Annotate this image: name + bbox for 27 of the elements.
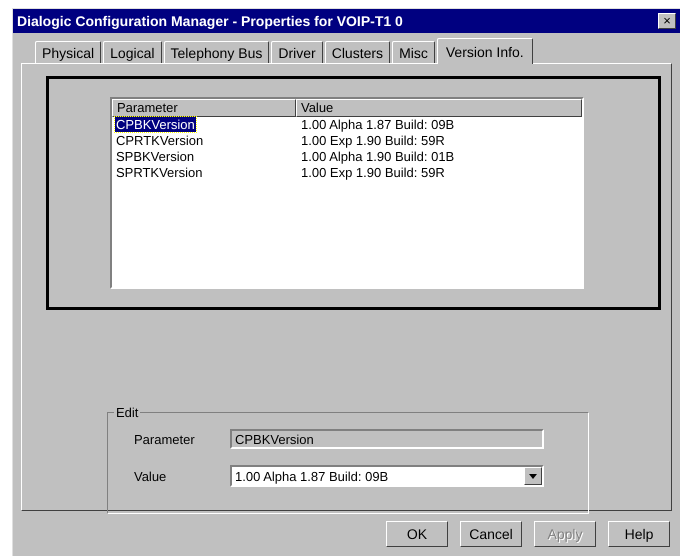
value-dropdown[interactable]: 1.00 Alpha 1.87 Build: 09B (230, 465, 544, 487)
dialog-button[interactable]: Cancel (460, 521, 522, 547)
parameter-field: CPBKVersion (230, 429, 544, 449)
column-header[interactable]: Value (296, 99, 582, 117)
dialog-button[interactable]: Help (608, 521, 670, 547)
tab[interactable]: Version Info. (436, 38, 533, 64)
value-cell-text: 1.00 Exp 1.90 Build: 59R (300, 165, 446, 181)
tab[interactable]: Physical (35, 41, 102, 63)
close-button[interactable]: × (658, 13, 676, 29)
field-label: Parameter (134, 432, 196, 446)
parameter-item[interactable]: CPBKVersion (115, 117, 196, 132)
column-header[interactable]: Parameter (112, 99, 296, 117)
dialog-button[interactable]: OK (386, 521, 448, 547)
value-cell-text: 1.00 Exp 1.90 Build: 59R (300, 133, 446, 149)
tab[interactable]: Telephony Bus (164, 41, 270, 63)
tab[interactable]: Clusters (324, 41, 390, 63)
parameter-item[interactable]: CPRTKVersion (115, 133, 204, 148)
window-title: Dialogic Configuration Manager - Properties for VOIP-T1 0 (17, 13, 403, 29)
parameter-item[interactable]: SPRTKVersion (115, 165, 204, 180)
tab[interactable]: Driver (271, 41, 323, 63)
value-cell-text: 1.00 Alpha 1.87 Build: 09B (300, 117, 456, 133)
tab[interactable]: Misc (392, 41, 435, 63)
tab[interactable]: Logical (103, 41, 162, 63)
group-title: Edit (114, 405, 140, 420)
parameter-item[interactable]: SPBKVersion (115, 149, 196, 164)
field-label: Value (134, 468, 168, 484)
value-cell-text: 1.00 Alpha 1.90 Build: 01B (300, 149, 456, 165)
